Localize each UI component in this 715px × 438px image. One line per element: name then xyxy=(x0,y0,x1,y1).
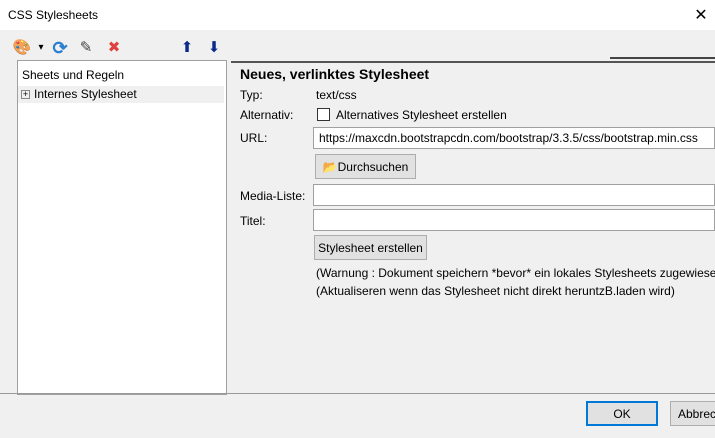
title-bar xyxy=(0,0,715,30)
tree-item-label: Internes Stylesheet xyxy=(34,87,137,101)
footer-divider xyxy=(0,393,715,394)
alternative-checkbox[interactable] xyxy=(317,108,330,121)
divider xyxy=(610,57,715,59)
delete-icon[interactable]: ✖ xyxy=(104,38,124,58)
refresh-hint-text: (Aktualiseren wenn das Stylesheet nicht … xyxy=(316,284,675,298)
window-title: CSS Stylesheets xyxy=(8,8,99,22)
cancel-button[interactable]: Abbrechen xyxy=(670,401,715,426)
browse-button[interactable]: 📂Durchsuchen xyxy=(315,154,416,179)
media-label: Media-Liste: xyxy=(240,189,306,203)
expand-icon[interactable]: + xyxy=(21,90,30,100)
form-heading: Neues, verlinktes Stylesheet xyxy=(240,66,430,82)
alt-label: Alternativ: xyxy=(240,108,294,122)
type-label: Typ: xyxy=(240,88,263,102)
tree-item-internal-stylesheet[interactable]: + Internes Stylesheet xyxy=(18,86,224,103)
stylesheet-tree[interactable]: Sheets und Regeln + Internes Stylesheet xyxy=(17,60,227,395)
create-stylesheet-button[interactable]: Stylesheet erstellen xyxy=(314,235,427,260)
edit-icon[interactable]: ✎ xyxy=(76,38,96,58)
title-input[interactable] xyxy=(313,209,715,231)
browse-label: Durchsuchen xyxy=(337,159,409,174)
palette-icon[interactable]: 🎨 xyxy=(12,38,32,58)
url-label: URL: xyxy=(240,131,268,145)
tree-header: Sheets und Regeln xyxy=(22,68,125,82)
close-icon[interactable]: ✕ xyxy=(691,5,711,25)
folder-icon: 📂 xyxy=(322,159,338,174)
arrow-up-icon[interactable]: ⬆ xyxy=(177,38,197,58)
alt-checkbox-label[interactable]: Alternatives Stylesheet erstellen xyxy=(336,108,507,122)
url-input[interactable] xyxy=(313,127,715,149)
arrow-down-icon[interactable]: ⬇ xyxy=(204,38,224,58)
ok-button[interactable]: OK xyxy=(586,401,658,426)
type-value: text/css xyxy=(316,88,357,102)
warning-text: (Warnung : Dokument speichern *bevor* ei… xyxy=(316,266,715,280)
media-input[interactable] xyxy=(313,184,715,206)
title-label: Titel: xyxy=(240,214,266,228)
dropdown-arrow-icon[interactable]: ▾ xyxy=(36,38,46,58)
refresh-icon[interactable]: ⟳ xyxy=(50,38,70,58)
